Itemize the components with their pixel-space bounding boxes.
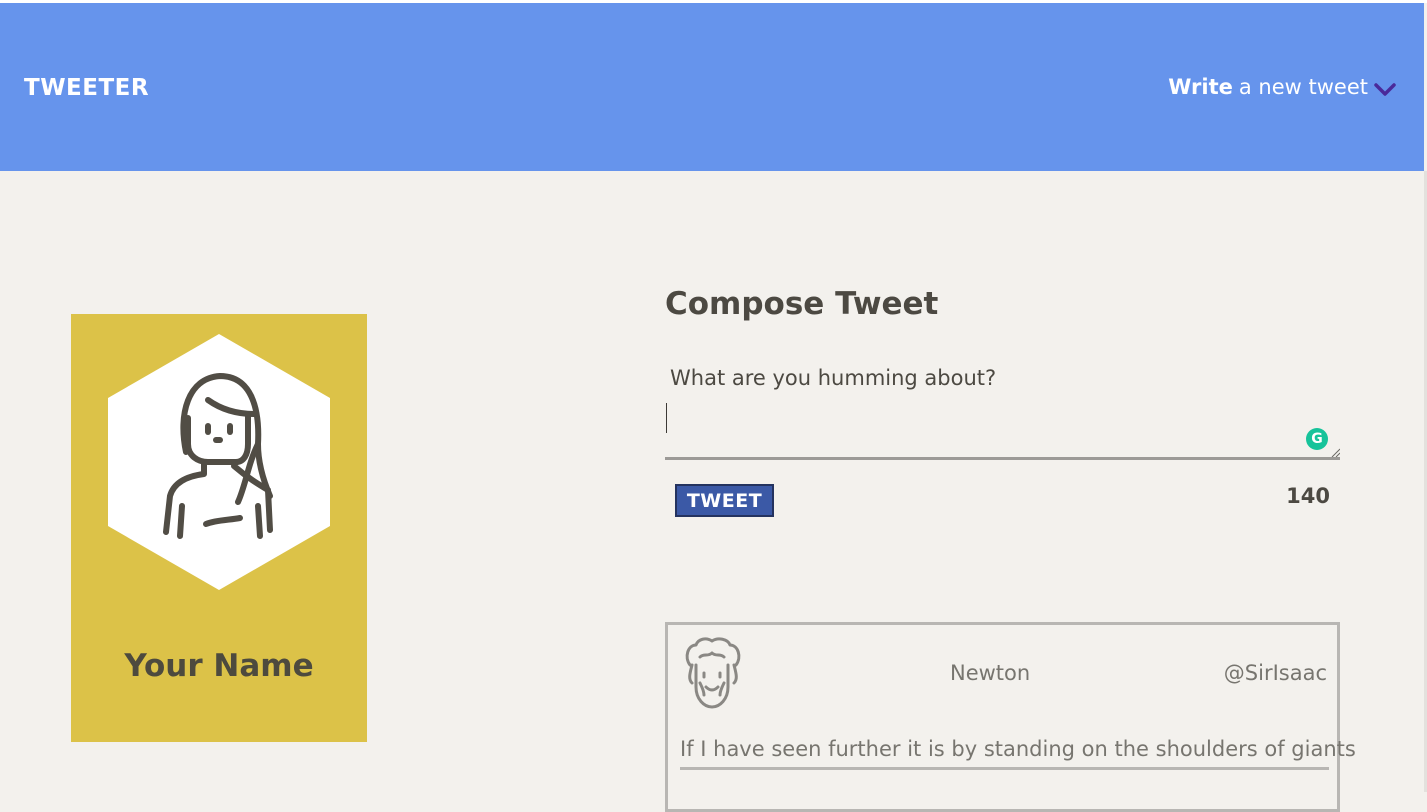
resize-handle-icon[interactable] (1330, 447, 1340, 457)
chevron-down-icon[interactable] (1374, 79, 1396, 96)
newton-avatar-icon (680, 635, 744, 713)
tweet-text: If I have seen further it is by standing… (680, 737, 1356, 761)
compose-title: Compose Tweet (665, 286, 939, 322)
character-counter: 140 (1286, 484, 1330, 508)
write-new-tweet-toggle[interactable]: Write a new tweet (1168, 75, 1396, 99)
profile-name: Your Name (124, 648, 314, 684)
brand-logo[interactable]: TWEETER (24, 75, 149, 101)
grammarly-icon[interactable]: G (1306, 428, 1328, 450)
write-label: Write (1168, 75, 1233, 99)
profile-card: Your Name (71, 314, 367, 742)
tweet-button[interactable]: TWEET (675, 484, 774, 517)
tweet-author-handle[interactable]: @SirIsaac (1224, 661, 1327, 685)
new-tweet-label: a new tweet (1238, 75, 1368, 99)
tweet-divider (680, 767, 1329, 770)
navbar: TWEETER Write a new tweet (0, 3, 1424, 171)
text-caret (666, 403, 667, 433)
compose-label: What are you humming about? (670, 366, 997, 390)
tweet-author-name: Newton (950, 661, 1031, 685)
tweet-card: Newton @SirIsaac If I have seen further … (665, 622, 1356, 812)
user-avatar-icon (108, 334, 330, 590)
tweet-textarea[interactable]: G (665, 398, 1340, 460)
